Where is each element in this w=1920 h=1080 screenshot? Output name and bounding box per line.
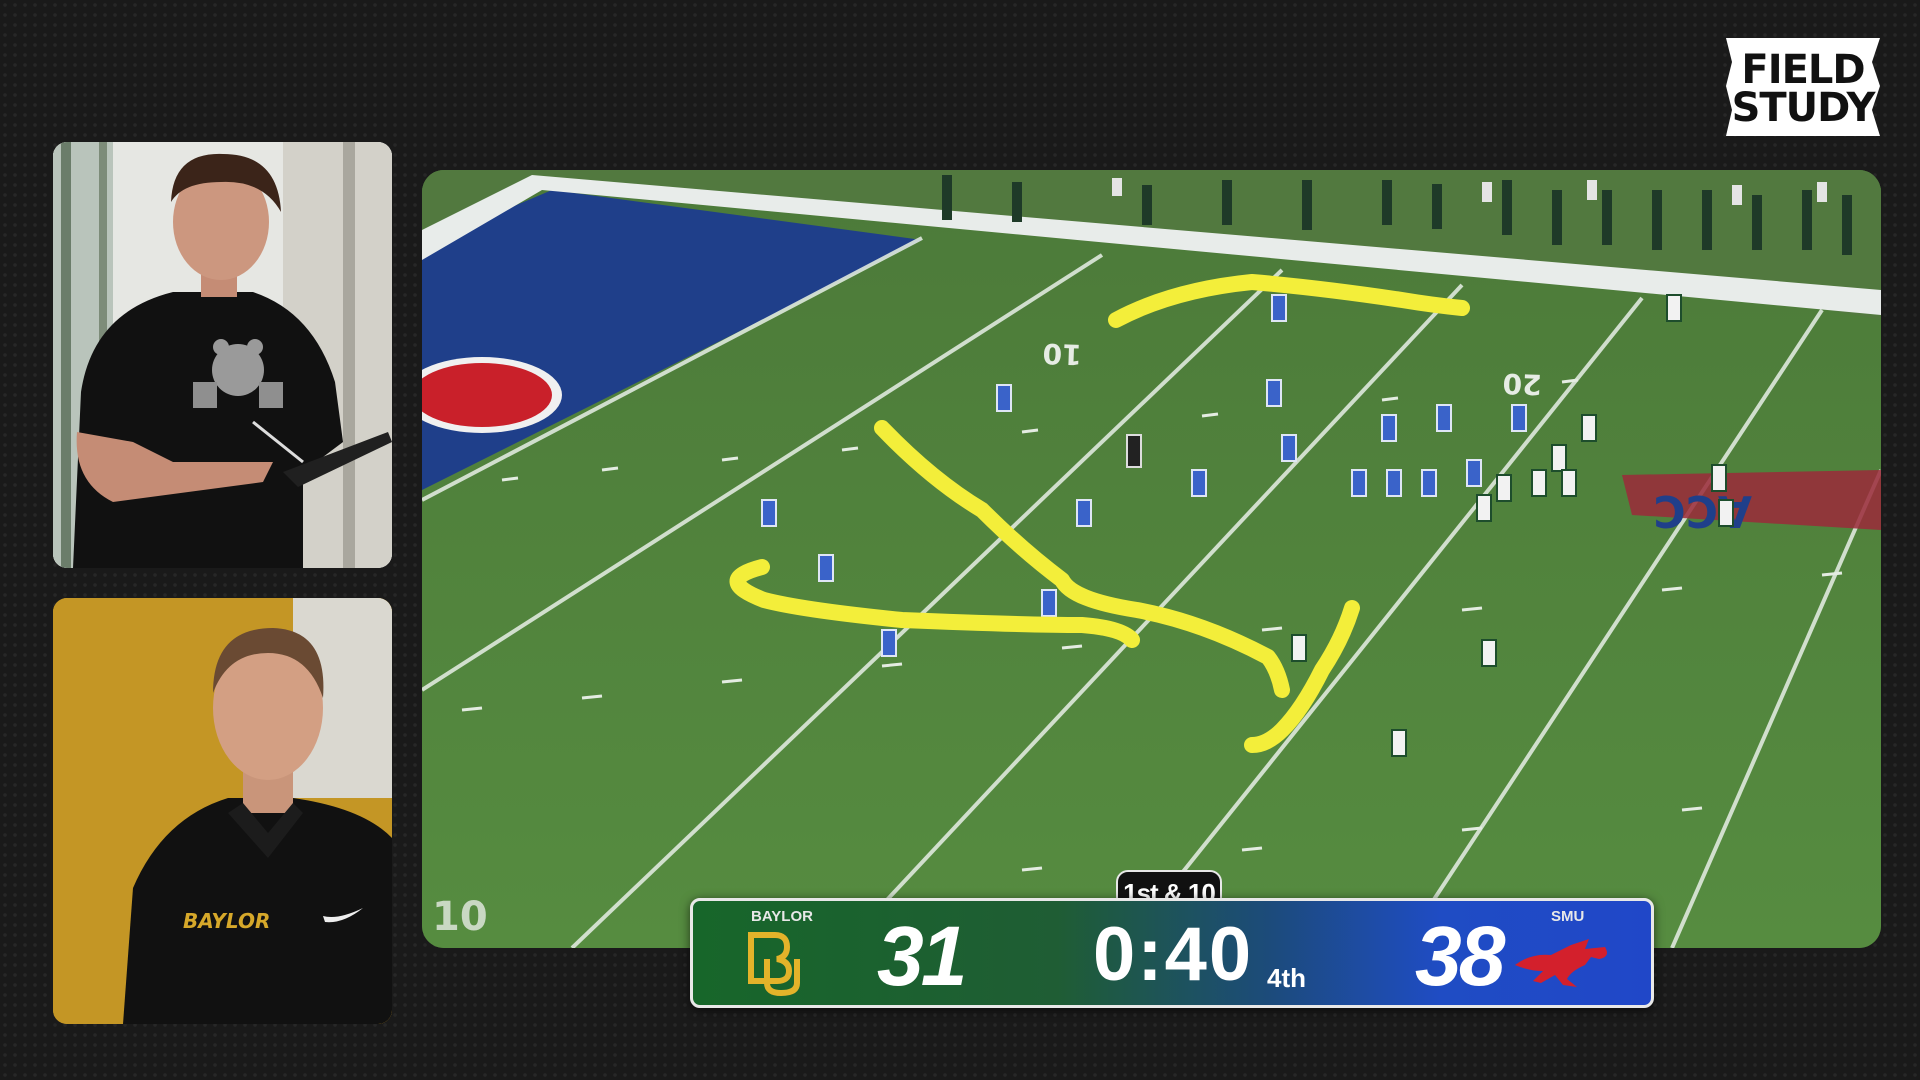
field-study-logo: FIELD STUDY xyxy=(1718,32,1888,142)
scorebug: BAYLOR 31 0:40 4th 38 SMU xyxy=(690,898,1654,1008)
presenter-bottom-image: BAYLOR xyxy=(53,598,392,1024)
logo-line-field: FIELD xyxy=(1741,47,1865,93)
game-clock: 0:40 xyxy=(1093,912,1254,997)
away-team-name: SMU xyxy=(1551,908,1585,925)
mustang-logo-icon xyxy=(1515,939,1607,987)
field-acc-letters: ACC xyxy=(1653,485,1752,536)
presenter-camera-bottom: BAYLOR xyxy=(53,598,392,1024)
shirt-baylor-text: BAYLOR xyxy=(183,909,270,933)
yard-number-near: 10 xyxy=(432,894,488,940)
home-team-score: 31 xyxy=(877,909,967,1003)
bu-logo-icon xyxy=(748,932,800,997)
yard-number-10: 10 xyxy=(1042,337,1082,371)
home-team-name: BAYLOR xyxy=(751,908,813,925)
game-quarter: 4th xyxy=(1267,963,1306,993)
presenter-top-image xyxy=(53,142,392,568)
football-field-view: 10 20 10 ACC xyxy=(422,170,1881,948)
yard-number-20: 20 xyxy=(1502,367,1542,401)
presenter-camera-top xyxy=(53,142,392,568)
game-film-panel: 10 20 10 ACC xyxy=(422,170,1881,948)
away-team-score: 38 xyxy=(1415,909,1505,1003)
logo-line-study: STUDY xyxy=(1731,85,1876,131)
